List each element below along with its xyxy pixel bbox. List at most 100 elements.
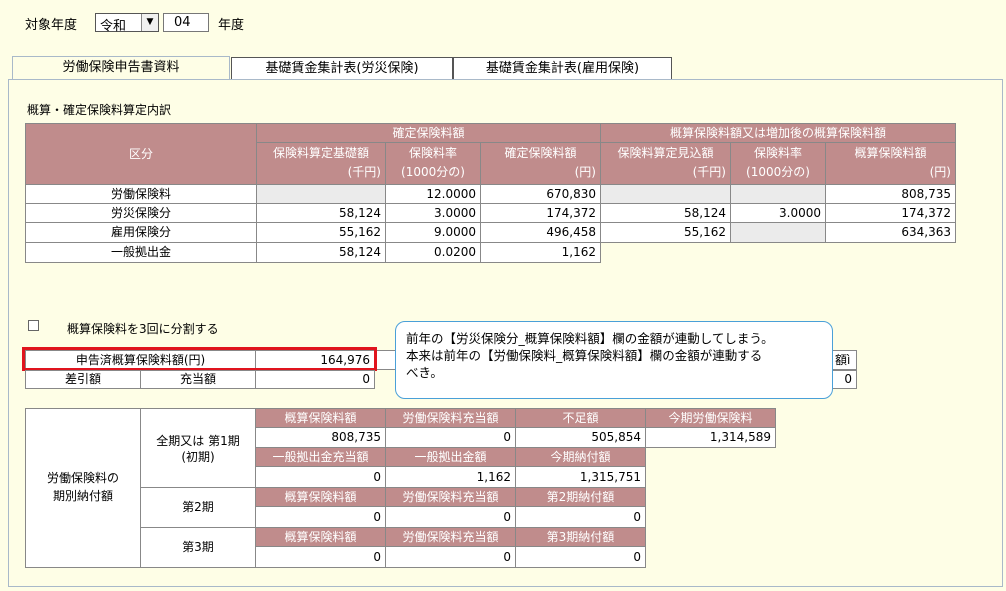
cell-estimated[interactable]: 634,363 — [825, 222, 956, 243]
p1-general-applied[interactable]: 0 — [255, 466, 386, 488]
declared-partial-label: 額ì — [832, 350, 857, 370]
col-base-unit: (千円) — [347, 165, 381, 179]
annotation-line: 本来は前年の【労働保険料_概算保険料額】欄の金額が連動する — [406, 348, 763, 363]
period2-label: 第2期 — [140, 487, 256, 528]
col-est-base-unit: (千円) — [692, 165, 726, 179]
col-est-rate-title: 保険料率 — [753, 146, 802, 160]
period1-label-line1: 全期又は 第1期 — [156, 434, 240, 448]
p1-applied[interactable]: 0 — [385, 427, 516, 448]
h-p2-due: 第2期納付額 — [515, 487, 646, 507]
p1-shortfall[interactable]: 505,854 — [515, 427, 646, 448]
cell-est-base[interactable]: 58,124 — [600, 203, 731, 223]
col-estimated-header: 概算保険料額 (円) — [825, 142, 956, 185]
col-confirmed-title: 確定保険料額 — [504, 146, 577, 160]
col-est-base-header: 保険料算定見込額 (千円) — [600, 142, 731, 185]
tab-labor-insurance[interactable]: 労働保険申告書資料 — [12, 56, 230, 80]
annotation-line: 前年の【労災保険分_概算保険料額】欄の金額が連動してしまう。 — [406, 331, 774, 346]
annotation-callout: 前年の【労災保険分_概算保険料額】欄の金額が連動してしまう。 本来は前年の【労働… — [395, 321, 833, 399]
h-p2-estimated: 概算保険料額 — [255, 487, 386, 507]
annotation-line: べき。 — [406, 365, 443, 380]
row-label: 一般拠出金 — [25, 242, 257, 263]
h-applied: 労働保険料充当額 — [385, 408, 516, 428]
col-estimated-title: 概算保険料額 — [854, 146, 927, 160]
category-header: 区分 — [25, 123, 257, 185]
cell-base — [256, 184, 386, 204]
section-title: 概算・確定保険料算定内訳 — [27, 103, 172, 117]
cell-est-rate — [730, 184, 826, 204]
confirmed-group-header: 確定保険料額 — [256, 123, 601, 143]
declared-right-cell — [375, 350, 397, 370]
installments-title-line2: 期別納付額 — [52, 489, 113, 503]
cell-base[interactable]: 55,162 — [256, 222, 386, 243]
h-p3-estimated: 概算保険料額 — [255, 527, 386, 547]
row-label: 雇用保険分 — [25, 222, 257, 243]
year-unit-label: 年度 — [218, 18, 245, 33]
h-due: 今期納付額 — [515, 447, 646, 467]
h-p3-applied: 労働保険料充当額 — [385, 527, 516, 547]
cell-base[interactable]: 58,124 — [256, 203, 386, 223]
tab-basic-wage-employment[interactable]: 基礎賃金集計表(雇用保険) — [453, 57, 672, 79]
h-p2-applied: 労働保険料充当額 — [385, 487, 516, 507]
p3-due[interactable]: 0 — [515, 546, 646, 568]
estimated-group-header: 概算保険料額又は増加後の概算保険料額 — [600, 123, 956, 143]
h-general: 一般拠出金額 — [385, 447, 516, 467]
p1-estimated[interactable]: 808,735 — [255, 427, 386, 448]
col-rate-unit: (1000分の) — [401, 165, 465, 179]
col-rate-header: 保険料率 (1000分の) — [385, 142, 481, 185]
cell-rate[interactable]: 0.0200 — [385, 242, 481, 263]
fiscal-year-label: 対象年度 — [25, 18, 78, 33]
col-base-title: 保険料算定基礎額 — [272, 146, 369, 160]
p1-general[interactable]: 1,162 — [385, 466, 516, 488]
h-general-applied: 一般拠出金充当額 — [255, 447, 386, 467]
row-label: 労働保険料 — [25, 184, 257, 204]
row-label: 労災保険分 — [25, 203, 257, 223]
col-est-base-title: 保険料算定見込額 — [617, 146, 714, 160]
highlight-box — [22, 347, 377, 371]
h-shortfall: 不足額 — [515, 408, 646, 428]
h-current: 今期労働保険料 — [645, 408, 776, 428]
tab-basic-wage-workers-comp[interactable]: 基礎賃金集計表(労災保険) — [231, 57, 453, 79]
era-select[interactable]: 令和 ▼ — [95, 13, 159, 34]
cell-base[interactable]: 58,124 — [256, 242, 386, 263]
period3-label: 第3期 — [140, 527, 256, 568]
cell-rate[interactable]: 12.0000 — [385, 184, 481, 204]
col-est-rate-unit: (1000分の) — [746, 165, 810, 179]
p3-estimated[interactable]: 0 — [255, 546, 386, 568]
cell-rate[interactable]: 3.0000 — [385, 203, 481, 223]
col-confirmed-unit: (円) — [574, 165, 596, 179]
cell-est-rate[interactable]: 3.0000 — [730, 203, 826, 223]
col-estimated-unit: (円) — [929, 165, 951, 179]
era-select-value: 令和 — [100, 19, 127, 34]
cell-est-base[interactable]: 55,162 — [600, 222, 731, 243]
cell-confirmed[interactable]: 496,458 — [480, 222, 601, 243]
period1-label: 全期又は 第1期 (初期) — [140, 408, 256, 488]
cell-est-rate — [730, 222, 826, 243]
installments-title: 労働保険料の 期別納付額 — [25, 408, 141, 568]
declared-right-value[interactable]: 0 — [832, 370, 857, 389]
p3-applied[interactable]: 0 — [385, 546, 516, 568]
cell-confirmed[interactable]: 174,372 — [480, 203, 601, 223]
split-checkbox-label: 概算保険料を3回に分割する — [67, 322, 219, 336]
diff-sub-label: 充当額 — [140, 370, 256, 389]
chevron-down-icon[interactable]: ▼ — [141, 14, 158, 31]
year-input[interactable]: 04 — [163, 13, 209, 32]
p2-estimated[interactable]: 0 — [255, 506, 386, 528]
cell-estimated[interactable]: 174,372 — [825, 203, 956, 223]
installments-title-line1: 労働保険料の — [46, 471, 119, 485]
p2-applied[interactable]: 0 — [385, 506, 516, 528]
h-p3-due: 第3期納付額 — [515, 527, 646, 547]
p2-due[interactable]: 0 — [515, 506, 646, 528]
cell-rate[interactable]: 9.0000 — [385, 222, 481, 243]
p1-current[interactable]: 1,314,589 — [645, 427, 776, 448]
cell-estimated[interactable]: 808,735 — [825, 184, 956, 204]
period1-label-line2: (初期) — [181, 450, 215, 464]
col-confirmed-header: 確定保険料額 (円) — [480, 142, 601, 185]
p1-due[interactable]: 1,315,751 — [515, 466, 646, 488]
cell-confirmed[interactable]: 1,162 — [480, 242, 601, 263]
diff-label: 差引額 — [25, 370, 141, 389]
cell-confirmed[interactable]: 670,830 — [480, 184, 601, 204]
col-base-header: 保険料算定基礎額 (千円) — [256, 142, 386, 185]
diff-value[interactable]: 0 — [255, 370, 375, 389]
cell-est-base — [600, 184, 731, 204]
split-checkbox[interactable] — [28, 320, 39, 331]
